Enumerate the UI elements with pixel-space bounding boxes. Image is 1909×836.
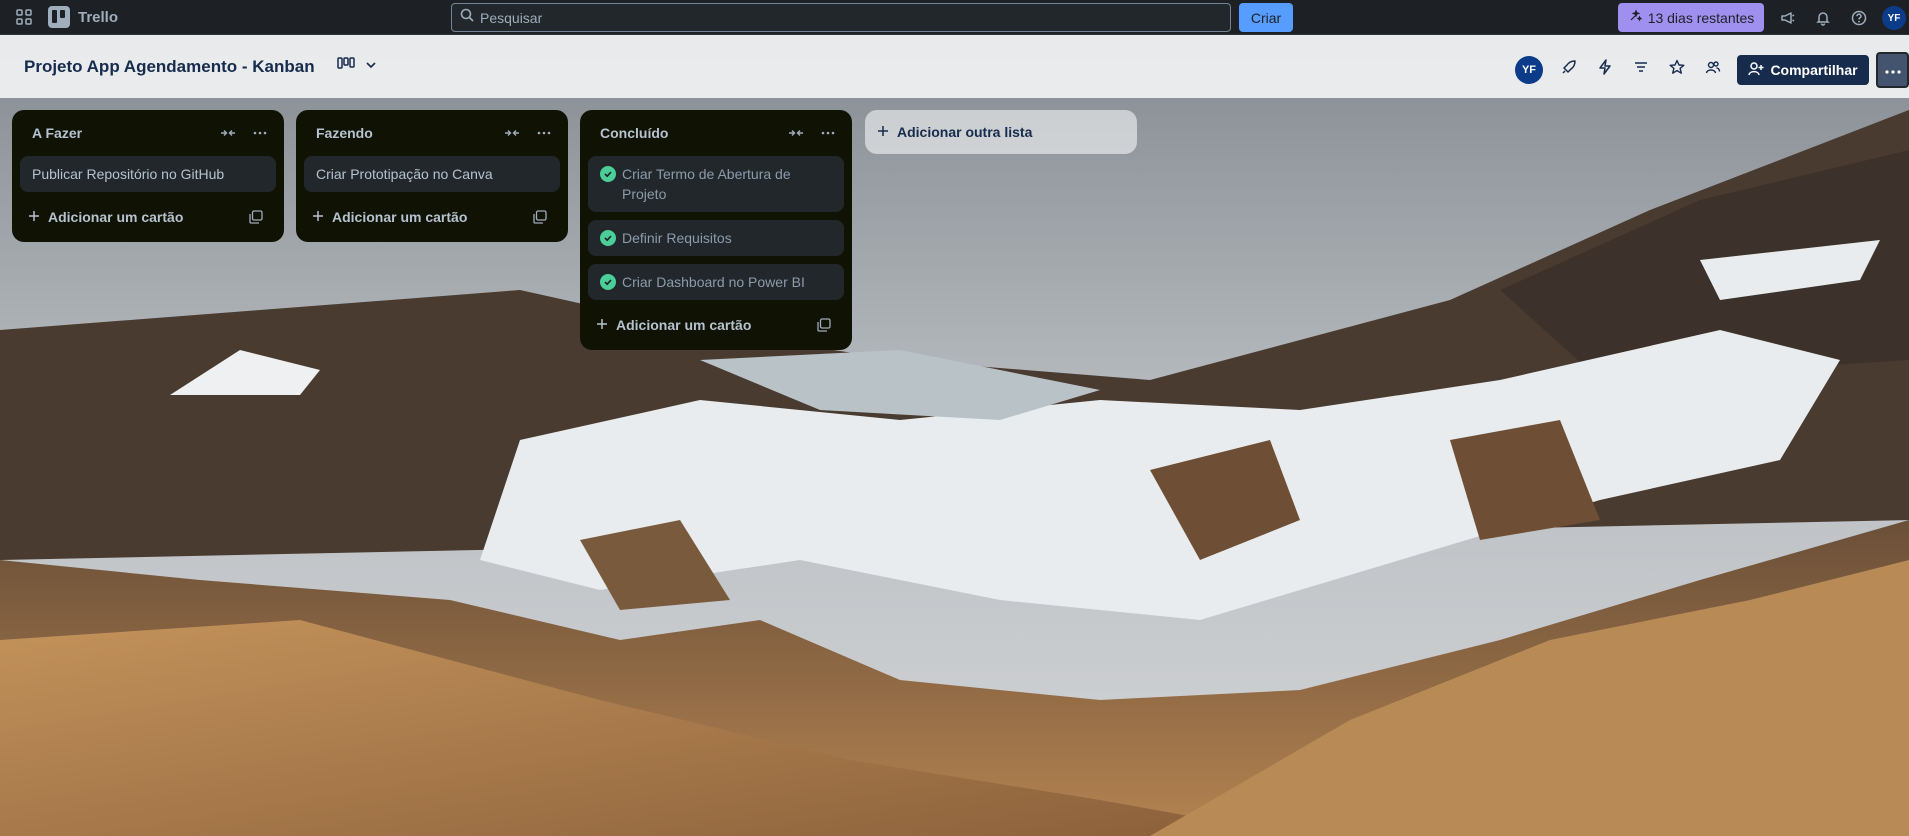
board-menu-button[interactable] [1876, 52, 1909, 88]
trial-days-button[interactable]: 13 dias restantes [1618, 3, 1764, 32]
team-icon[interactable] [1702, 56, 1724, 78]
card[interactable]: Criar Prototipação no Canva [304, 156, 560, 192]
more-icon[interactable] [248, 121, 272, 145]
star-icon[interactable] [1666, 56, 1688, 78]
list-a-fazer: A Fazer Publicar Repositório no GitHub A… [12, 110, 284, 242]
lightning-icon[interactable] [1594, 56, 1616, 78]
more-icon[interactable] [532, 121, 556, 145]
card-title: Criar Prototipação no Canva [316, 166, 493, 182]
list-concluido: Concluído Criar Termo de Abertura de Pro… [580, 110, 852, 350]
more-icon[interactable] [816, 121, 840, 145]
add-list-button[interactable]: Adicionar outra lista [865, 110, 1137, 154]
sparkle-icon [1628, 9, 1643, 26]
card-title: Criar Termo de Abertura de Projeto [622, 166, 791, 202]
search-icon [460, 8, 474, 27]
list-title[interactable]: A Fazer [32, 125, 82, 141]
list-header: A Fazer [20, 110, 276, 156]
add-card-label: Adicionar um cartão [616, 317, 752, 333]
list-header: Concluído [588, 110, 844, 156]
card[interactable]: Publicar Repositório no GitHub [20, 156, 276, 192]
app-name: Trello [78, 8, 119, 26]
card-title: Criar Dashboard no Power BI [622, 274, 805, 290]
list-title[interactable]: Fazendo [316, 125, 373, 141]
check-circle-icon[interactable] [600, 166, 616, 182]
add-card-row: Adicionar um cartão [588, 308, 844, 342]
add-card-label: Adicionar um cartão [332, 209, 468, 225]
list-title[interactable]: Concluído [600, 125, 668, 141]
user-avatar[interactable]: YF [1882, 6, 1906, 30]
plus-icon [312, 209, 324, 225]
chevron-down-icon [365, 58, 377, 76]
list-header: Fazendo [304, 110, 560, 156]
template-icon[interactable] [812, 313, 836, 337]
board-title[interactable]: Projeto App Agendamento - Kanban [24, 57, 315, 77]
plus-icon [877, 124, 889, 140]
board-view-icon [336, 57, 355, 76]
template-icon[interactable] [528, 205, 552, 229]
add-user-icon [1748, 61, 1764, 80]
filter-icon[interactable] [1630, 56, 1652, 78]
search-input[interactable] [480, 9, 1200, 26]
card[interactable]: Definir Requisitos [588, 220, 844, 256]
top-navigation-bar: Trello Criar 13 dias restantes YF [0, 0, 1909, 35]
card-title: Definir Requisitos [622, 230, 732, 246]
plus-icon [28, 209, 40, 225]
add-card-button[interactable]: Adicionar um cartão [312, 209, 467, 225]
board-header: Projeto App Agendamento - Kanban YF Comp… [0, 35, 1909, 98]
plus-icon [596, 317, 608, 333]
collapse-icon[interactable] [784, 121, 808, 145]
card[interactable]: Criar Termo de Abertura de Projeto [588, 156, 844, 212]
grid-icon[interactable] [12, 5, 36, 29]
rocket-icon[interactable] [1558, 56, 1580, 78]
share-label: Compartilhar [1770, 62, 1858, 78]
more-icon [1884, 61, 1901, 79]
view-switcher[interactable] [336, 57, 377, 76]
collapse-icon[interactable] [216, 121, 240, 145]
list-fazendo: Fazendo Criar Prototipação no Canva Adic… [296, 110, 568, 242]
bell-icon[interactable] [1811, 6, 1835, 30]
collapse-icon[interactable] [500, 121, 524, 145]
template-icon[interactable] [244, 205, 268, 229]
add-list-label: Adicionar outra lista [897, 124, 1033, 140]
add-card-label: Adicionar um cartão [48, 209, 184, 225]
board-member-avatar[interactable]: YF [1515, 56, 1543, 84]
add-card-row: Adicionar um cartão [20, 200, 276, 234]
trello-logo-icon [48, 6, 70, 28]
megaphone-icon[interactable] [1776, 6, 1800, 30]
check-circle-icon[interactable] [600, 274, 616, 290]
trello-logo[interactable]: Trello [48, 6, 118, 28]
search-box[interactable] [451, 3, 1231, 32]
add-card-button[interactable]: Adicionar um cartão [28, 209, 183, 225]
card[interactable]: Criar Dashboard no Power BI [588, 264, 844, 300]
trial-label: 13 dias restantes [1647, 9, 1755, 26]
add-card-row: Adicionar um cartão [304, 200, 560, 234]
check-circle-icon[interactable] [600, 230, 616, 246]
create-button[interactable]: Criar [1239, 3, 1293, 32]
card-title: Publicar Repositório no GitHub [32, 166, 225, 182]
add-card-button[interactable]: Adicionar um cartão [596, 317, 751, 333]
help-icon[interactable] [1847, 6, 1871, 30]
share-button[interactable]: Compartilhar [1737, 55, 1869, 85]
